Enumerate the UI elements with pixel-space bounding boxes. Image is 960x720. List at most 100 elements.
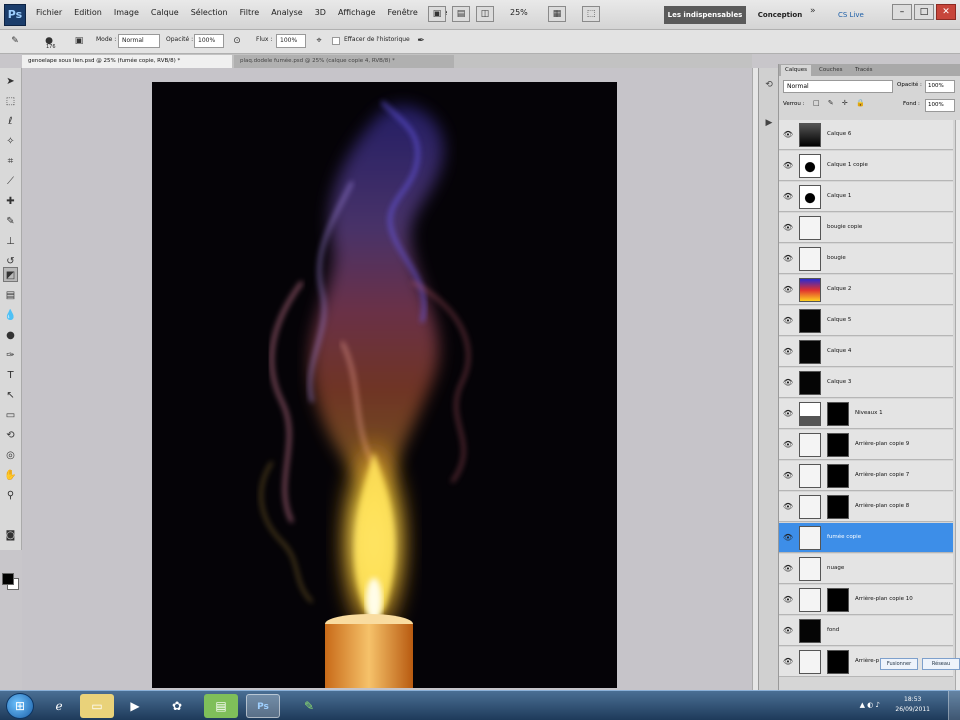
quick-mask-icon[interactable]: ◙ [3,528,18,543]
eraser-tool-icon[interactable]: ◩ [3,267,18,282]
layer-row[interactable]: 👁 fumée copie [779,523,953,553]
layer-thumbnail[interactable] [799,154,821,178]
bridge-icon[interactable]: ▣ [428,6,446,22]
lasso-tool-icon[interactable]: ℓ [3,114,18,129]
layer-thumbnail[interactable] [799,185,821,209]
layer-mask-thumbnail[interactable] [827,433,849,457]
canvas-workarea[interactable] [22,68,752,690]
screen-mode-icon[interactable]: ⬚ [582,6,600,22]
airbrush-icon[interactable]: ⌖ [312,34,326,48]
visibility-eye-icon[interactable]: 👁 [782,377,794,389]
pen-tool-icon[interactable]: ✑ [3,348,18,363]
blur-tool-icon[interactable]: 💧 [3,308,18,323]
flow-field[interactable]: 100% [276,34,306,48]
eyedropper-tool-icon[interactable]: ⟋ [3,174,18,189]
layer-row[interactable]: 👁 Calque 3 [779,368,953,398]
healing-tool-icon[interactable]: ✚ [3,194,18,209]
layer-thumbnail[interactable] [799,247,821,271]
menu-3d[interactable]: 3D [309,8,332,17]
actions-panel-icon[interactable]: ▶ [762,116,776,130]
hand-tool-icon[interactable]: ✋ [3,468,18,483]
visibility-eye-icon[interactable]: 👁 [782,129,794,141]
layer-mask-thumbnail[interactable] [827,402,849,426]
layer-thumbnail[interactable] [799,526,821,550]
layer-thumbnail[interactable] [799,371,821,395]
opacity-field[interactable]: 100% [194,34,224,48]
visibility-eye-icon[interactable]: 👁 [782,191,794,203]
layer-row[interactable]: 👁 Calque 6 [779,120,953,150]
show-desktop-button[interactable] [948,691,960,720]
visibility-eye-icon[interactable]: 👁 [782,594,794,606]
menu-file[interactable]: Fichier [30,8,68,17]
3d-rotate-tool-icon[interactable]: ⟲ [3,428,18,443]
layer-thumbnail[interactable] [799,278,821,302]
tab-other-document[interactable]: plaq.dodele fumée.psd @ 25% (calque copi… [234,55,454,68]
foreground-color-swatch[interactable] [2,573,14,585]
start-button[interactable]: ⊞ [6,693,34,719]
visibility-eye-icon[interactable]: 👁 [782,222,794,234]
visibility-eye-icon[interactable]: 👁 [782,625,794,637]
layer-thumbnail[interactable] [799,557,821,581]
layer-row[interactable]: 👁 Arrière-plan copie 9 [779,430,953,460]
type-tool-icon[interactable]: T [3,368,18,383]
3d-orbit-tool-icon[interactable]: ◎ [3,448,18,463]
visibility-eye-icon[interactable]: 👁 [782,408,794,420]
visibility-eye-icon[interactable]: 👁 [782,315,794,327]
brush-tool-icon[interactable]: ✎ [3,214,18,229]
layers-scrollbar[interactable] [955,120,960,690]
workspace-essentials[interactable]: Les indispensables [664,6,746,24]
layer-row[interactable]: 👁 Calque 4 [779,337,953,367]
layer-thumbnail[interactable] [799,123,821,147]
move-tool-icon[interactable]: ➤ [3,74,18,89]
tab-channels[interactable]: Couches [815,65,846,76]
merge-button[interactable]: Fusionner [880,658,918,670]
workspace-more-icon[interactable]: » [810,6,816,16]
visibility-eye-icon[interactable]: 👁 [782,253,794,265]
menu-analysis[interactable]: Analyse [265,8,309,17]
layer-thumbnail[interactable] [799,433,821,457]
layer-thumbnail[interactable] [799,495,821,519]
menu-select[interactable]: Sélection [185,8,234,17]
history-panel-icon[interactable]: ⟲ [762,78,776,92]
lock-icons[interactable]: □ ✎ ✛ 🔒 [813,99,868,107]
arrange-documents-icon[interactable]: ▦ [548,6,566,22]
layer-row[interactable]: 👁 Calque 5 [779,306,953,336]
layer-opacity-field[interactable]: 100% [925,80,955,93]
layer-row[interactable]: 👁 bougie [779,244,953,274]
layer-row[interactable]: 👁 Arrière-plan copie 7 [779,461,953,491]
layer-thumbnail[interactable] [799,216,821,240]
layer-row[interactable]: 👁 Niveaux 1 [779,399,953,429]
visibility-eye-icon[interactable]: 👁 [782,501,794,513]
mode-select[interactable]: Normal [118,34,160,48]
visibility-eye-icon[interactable]: 👁 [782,532,794,544]
view-extras-icon[interactable]: ◫ [476,6,494,22]
layer-thumbnail[interactable] [799,588,821,612]
visibility-eye-icon[interactable]: 👁 [782,656,794,668]
app-icon-1[interactable]: ✿ [160,694,194,718]
tab-layers[interactable]: Calques [781,65,811,76]
layer-thumbnail[interactable] [799,340,821,364]
crop-tool-icon[interactable]: ⌗ [3,154,18,169]
layer-thumbnail[interactable] [799,402,821,426]
blend-mode-select[interactable]: Normal [783,80,893,93]
gradient-tool-icon[interactable]: ▤ [3,288,18,303]
layer-row[interactable]: 👁 Arrière-plan copie 10 [779,585,953,615]
menu-window[interactable]: Fenêtre [382,8,424,17]
fill-field[interactable]: 100% [925,99,955,112]
layer-row[interactable]: 👁 Arrière-plan copie 8 [779,492,953,522]
tray-clock[interactable]: 18:53 26/09/2011 [895,695,930,715]
history-checkbox[interactable] [332,37,340,45]
layer-row[interactable]: 👁 nuage [779,554,953,584]
menu-filter[interactable]: Filtre [234,8,266,17]
layer-thumbnail[interactable] [799,650,821,674]
dodge-tool-icon[interactable]: ● [3,328,18,343]
layer-row[interactable]: 👁 Calque 1 [779,182,953,212]
layer-thumbnail[interactable] [799,309,821,333]
layer-row[interactable]: 👁 fond [779,616,953,646]
layer-row[interactable]: 👁 Calque 1 copie [779,151,953,181]
cs-live[interactable]: CS Live [838,6,864,24]
minibridge-icon[interactable]: ▤ [452,6,470,22]
brush-panel-icon[interactable]: ▣ [72,34,86,48]
shape-tool-icon[interactable]: ▭ [3,408,18,423]
internet-explorer-icon[interactable]: ℯ [42,694,76,718]
